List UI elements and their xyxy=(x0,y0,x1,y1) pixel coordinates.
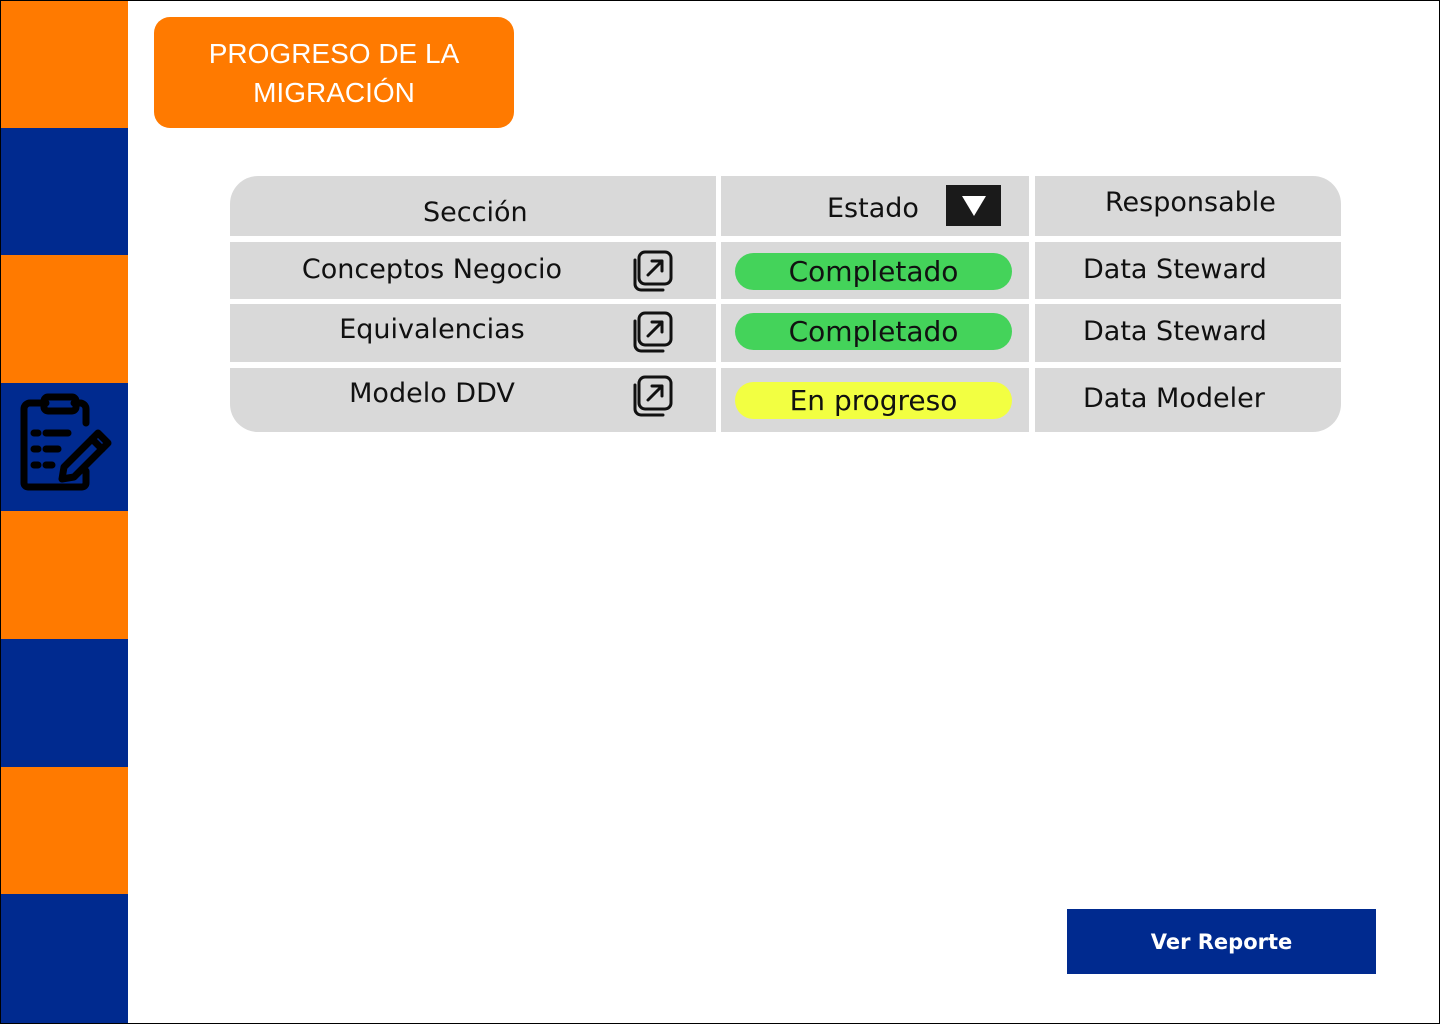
migration-progress-table: Sección Estado Responsable Conceptos Neg… xyxy=(230,176,1341,432)
sidebar-band xyxy=(0,0,128,128)
table-row-status-cell: En progreso xyxy=(721,368,1029,432)
table-row-section-cell: Equivalencias xyxy=(230,304,716,362)
sidebar xyxy=(0,0,128,1024)
table-row-section-cell: Conceptos Negocio xyxy=(230,242,716,299)
status-badge: Completado xyxy=(735,313,1012,350)
section-label: Equivalencias xyxy=(339,314,525,345)
status-badge: Completado xyxy=(735,253,1012,290)
status-label: En progreso xyxy=(789,384,958,417)
section-label: Modelo DDV xyxy=(349,378,515,409)
table-row-owner-cell: Data Steward xyxy=(1035,304,1341,362)
column-header-owner: Responsable xyxy=(1035,176,1341,236)
clipboard-edit-icon[interactable] xyxy=(16,393,112,493)
page-border xyxy=(0,0,1440,1024)
open-external-icon[interactable] xyxy=(631,250,673,292)
view-report-button[interactable]: Ver Reporte xyxy=(1067,909,1376,974)
table-row-owner-cell: Data Modeler xyxy=(1035,368,1341,432)
column-header-section: Sección xyxy=(230,176,716,236)
section-label: Conceptos Negocio xyxy=(301,254,563,285)
sidebar-band xyxy=(0,639,128,767)
table-row-owner-cell: Data Steward xyxy=(1035,242,1341,299)
status-filter-dropdown[interactable] xyxy=(946,185,1001,226)
column-header-status: Estado xyxy=(721,176,1029,236)
sidebar-band xyxy=(0,894,128,1024)
table-row-section-cell: Modelo DDV xyxy=(230,368,716,432)
open-external-icon[interactable] xyxy=(631,375,673,417)
status-label: Completado xyxy=(788,255,959,288)
owner-label: Data Steward xyxy=(1083,254,1267,285)
triangle-down-icon xyxy=(961,195,986,216)
page-title-badge: PROGRESO DE LA MIGRACIÓN xyxy=(154,17,514,128)
page-title: PROGRESO DE LA MIGRACIÓN xyxy=(208,37,460,108)
status-label: Completado xyxy=(788,315,959,348)
sidebar-band xyxy=(0,511,128,639)
column-header-label: Sección xyxy=(423,197,528,228)
column-header-label: Estado xyxy=(827,193,919,224)
column-header-label: Responsable xyxy=(1105,187,1276,218)
sidebar-band xyxy=(0,255,128,383)
sidebar-band xyxy=(0,128,128,255)
owner-label: Data Steward xyxy=(1083,316,1267,347)
sidebar-band xyxy=(0,767,128,894)
open-external-icon[interactable] xyxy=(631,311,673,353)
status-badge: En progreso xyxy=(735,382,1012,419)
table-row-status-cell: Completado xyxy=(721,304,1029,362)
table-row-status-cell: Completado xyxy=(721,242,1029,299)
owner-label: Data Modeler xyxy=(1083,383,1265,414)
